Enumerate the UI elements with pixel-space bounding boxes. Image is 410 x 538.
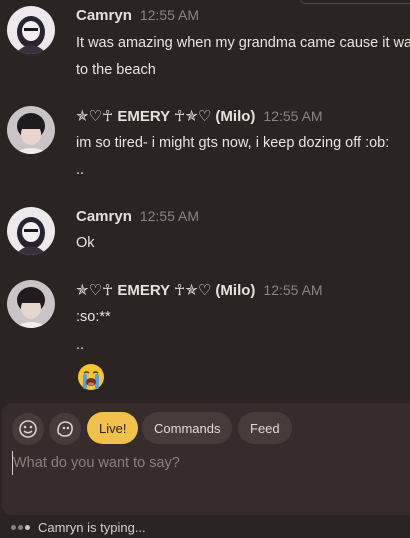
feed-chip[interactable]: Feed: [238, 412, 292, 444]
typing-text: Camryn is typing...: [38, 520, 146, 535]
message-text: It was amazing when my grandma came caus…: [76, 35, 410, 51]
message-timestamp: 12:55 AM: [263, 282, 323, 298]
avatar[interactable]: [7, 280, 55, 328]
message-text: ..: [76, 337, 85, 353]
message-author[interactable]: ✯♡☥ EMERY ☥✯♡ (Milo): [76, 108, 255, 125]
message-text: ..: [76, 162, 85, 178]
message-input[interactable]: [12, 451, 405, 475]
live-chip[interactable]: Live!: [87, 412, 139, 444]
message-author[interactable]: ✯♡☥ EMERY ☥✯♡ (Milo): [76, 282, 255, 299]
message-composer: Live! Commands Feed: [2, 403, 410, 515]
message-text: to the beach: [76, 62, 156, 78]
message-author[interactable]: Camryn: [76, 7, 132, 24]
typing-indicator: Camryn is typing...: [11, 520, 146, 535]
avatar[interactable]: [7, 207, 55, 255]
message-timestamp: 12:55 AM: [139, 208, 200, 224]
emoji-blob-icon[interactable]: [49, 413, 81, 445]
avatar[interactable]: [7, 106, 55, 154]
loudly-crying-face-icon: [76, 362, 106, 397]
avatar[interactable]: [7, 6, 55, 54]
commands-chip[interactable]: Commands: [142, 412, 233, 444]
message-text: Ok: [76, 235, 95, 251]
message-author[interactable]: Camryn: [76, 208, 132, 225]
message-text: :so:**: [76, 309, 111, 325]
typing-dot: [18, 525, 23, 530]
emoji-face-icon[interactable]: [12, 413, 44, 445]
message-timestamp: 12:55 AM: [263, 108, 323, 124]
typing-dot: [11, 525, 16, 530]
typing-dot: [25, 525, 30, 530]
message-list: Camryn 12:55 AM It was amazing when my gr…: [0, 0, 410, 400]
message-text: im so tired- i might gts now, i keep doz…: [76, 135, 390, 151]
message-timestamp: 12:55 AM: [139, 7, 200, 23]
